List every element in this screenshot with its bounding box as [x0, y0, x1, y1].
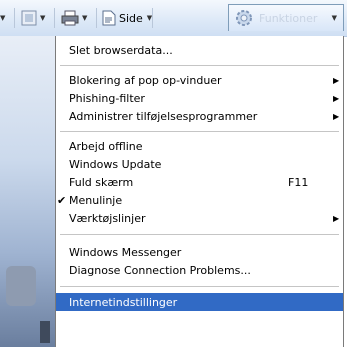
menu-item-label: Administrer tilføjelsesprogrammer — [69, 109, 258, 123]
submenu-arrow-icon: ▶ — [333, 111, 340, 121]
menu-item-label: Menulinje — [69, 193, 123, 207]
home-dropdown-arrow[interactable]: ▼ — [0, 9, 5, 27]
toolbar-divider — [54, 8, 55, 28]
tools-menu-button[interactable]: Funktioner ▼ — [228, 4, 344, 31]
print-icon — [61, 10, 79, 26]
print-button[interactable] — [61, 9, 79, 27]
menu-item-clear-history[interactable]: Slet browserdata... — [56, 41, 343, 59]
menu-item-label: Fuld skærm — [69, 175, 134, 189]
menu-item-label: Phishing-filter — [69, 91, 145, 105]
menu-item-label: Internetindstillinger — [69, 295, 178, 309]
submenu-arrow-icon: ▶ — [333, 213, 340, 223]
submenu-arrow-icon: ▶ — [333, 75, 340, 85]
feeds-button[interactable] — [21, 9, 37, 27]
menu-item-label: Blokering af pop op-vinduer — [69, 73, 222, 87]
page-content-background — [0, 36, 55, 347]
menu-item-full-screen[interactable]: Fuld skærm F11 — [56, 173, 343, 191]
page-icon — [102, 10, 116, 26]
menu-separator — [60, 234, 339, 235]
page-menu-button[interactable]: Side ▼ — [102, 9, 152, 27]
tools-dropdown-menu: Slet browserdata... Blokering af pop op-… — [55, 36, 344, 347]
menu-item-windows-messenger[interactable]: Windows Messenger — [56, 243, 343, 261]
chevron-down-icon: ▼ — [331, 14, 337, 22]
menu-item-label: Værktøjslinjer — [69, 211, 146, 225]
page-menu-label: Side — [119, 11, 143, 25]
shortcut-label: F11 — [288, 175, 309, 189]
menu-item-label: Slet browserdata... — [69, 43, 173, 57]
feeds-dropdown-arrow[interactable]: ▼ — [40, 9, 45, 27]
tools-menu-label: Funktioner — [259, 11, 318, 25]
menu-separator — [60, 65, 339, 66]
background-image-fragment — [6, 266, 36, 306]
menu-item-toolbars[interactable]: Værktøjslinjer ▶ — [56, 209, 343, 227]
menu-item-label: Diagnose Connection Problems... — [69, 263, 251, 277]
chevron-down-icon: ▼ — [40, 14, 46, 22]
menu-separator — [60, 131, 339, 132]
toolbar-divider — [152, 8, 153, 28]
command-bar: ▼ ▼ ▼ Side ▼ Funktioner ▼ — [0, 0, 347, 37]
feeds-icon — [21, 10, 37, 26]
menu-item-menu-bar[interactable]: ✔ Menulinje — [56, 191, 343, 209]
menu-item-phishing-filter[interactable]: Phishing-filter ▶ — [56, 89, 343, 107]
checkmark-icon: ✔ — [57, 193, 67, 207]
menu-separator — [60, 286, 339, 287]
menu-item-manage-addons[interactable]: Administrer tilføjelsesprogrammer ▶ — [56, 107, 343, 125]
toolbar-divider — [14, 8, 15, 28]
print-dropdown-arrow[interactable]: ▼ — [82, 9, 87, 27]
submenu-arrow-icon: ▶ — [333, 93, 340, 103]
chevron-down-icon: ▼ — [82, 14, 88, 22]
menu-item-popup-blocker[interactable]: Blokering af pop op-vinduer ▶ — [56, 71, 343, 89]
menu-item-label: Windows Update — [69, 157, 162, 171]
menu-item-label: Windows Messenger — [69, 245, 182, 259]
menu-item-internet-options[interactable]: Internetindstillinger — [56, 293, 343, 311]
background-image-fragment — [40, 321, 50, 343]
tools-gear-icon — [236, 10, 252, 26]
menu-item-label: Arbejd offline — [69, 139, 143, 153]
menu-item-windows-update[interactable]: Windows Update — [56, 155, 343, 173]
menu-item-work-offline[interactable]: Arbejd offline — [56, 137, 343, 155]
toolbar-divider — [96, 8, 97, 28]
chevron-down-icon: ▼ — [0, 14, 6, 22]
menu-item-diagnose-connection[interactable]: Diagnose Connection Problems... — [56, 261, 343, 279]
